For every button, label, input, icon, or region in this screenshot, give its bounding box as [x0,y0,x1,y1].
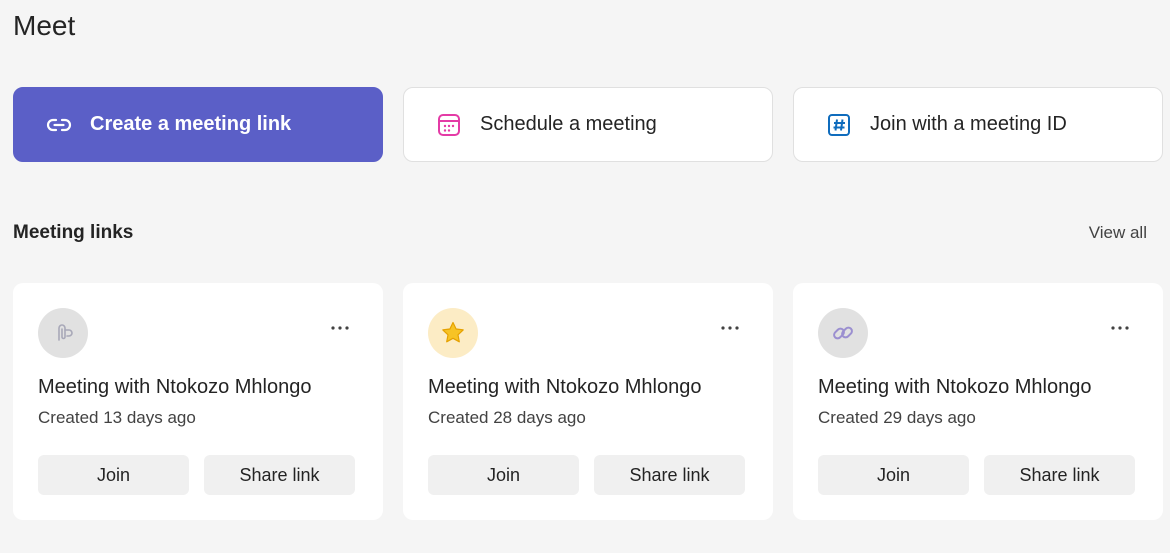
view-all-link[interactable]: View all [1089,223,1147,243]
meeting-created: Created 29 days ago [818,408,976,427]
meeting-name: Meeting with Ntokozo Mhlongo [818,376,1092,398]
calendar-icon [434,110,464,140]
more-options-icon[interactable] [327,320,353,336]
join-button[interactable]: Join [428,455,579,495]
schedule-meeting-button[interactable]: Schedule a meeting [403,87,773,162]
action-buttons: Create a meeting link Schedule a meeting [13,87,1163,162]
meet-page: Meet Create a meeting link Schedule a me… [0,0,1170,553]
join-with-meeting-id-button[interactable]: Join with a meeting ID [793,87,1163,162]
star-icon [428,308,478,358]
link-icon [44,110,74,140]
meeting-created: Created 13 days ago [38,408,196,427]
join-with-meeting-id-label: Join with a meeting ID [870,113,1067,135]
schedule-meeting-label: Schedule a meeting [480,113,657,135]
create-meeting-link-button[interactable]: Create a meeting link [13,87,383,162]
card-actions: Join Share link [38,455,355,495]
page-title: Meet [13,10,76,41]
share-link-button[interactable]: Share link [594,455,745,495]
more-options-icon[interactable] [1107,320,1133,336]
join-button[interactable]: Join [38,455,189,495]
share-link-button[interactable]: Share link [204,455,355,495]
meeting-link-card: Meeting with Ntokozo Mhlongo Created 29 … [793,283,1163,520]
card-actions: Join Share link [818,455,1135,495]
chain-link-icon [818,308,868,358]
share-link-button[interactable]: Share link [984,455,1135,495]
hashtag-icon [824,110,854,140]
create-meeting-link-label: Create a meeting link [90,113,292,135]
more-options-icon[interactable] [717,320,743,336]
meeting-link-cards: Meeting with Ntokozo Mhlongo Created 13 … [13,283,1163,520]
card-actions: Join Share link [428,455,745,495]
meeting-created: Created 28 days ago [428,408,586,427]
paperclip-icon [38,308,88,358]
join-button[interactable]: Join [818,455,969,495]
meeting-link-card: Meeting with Ntokozo Mhlongo Created 28 … [403,283,773,520]
meeting-link-card: Meeting with Ntokozo Mhlongo Created 13 … [13,283,383,520]
meeting-name: Meeting with Ntokozo Mhlongo [428,376,702,398]
section-title: Meeting links [13,222,134,243]
meeting-name: Meeting with Ntokozo Mhlongo [38,376,312,398]
